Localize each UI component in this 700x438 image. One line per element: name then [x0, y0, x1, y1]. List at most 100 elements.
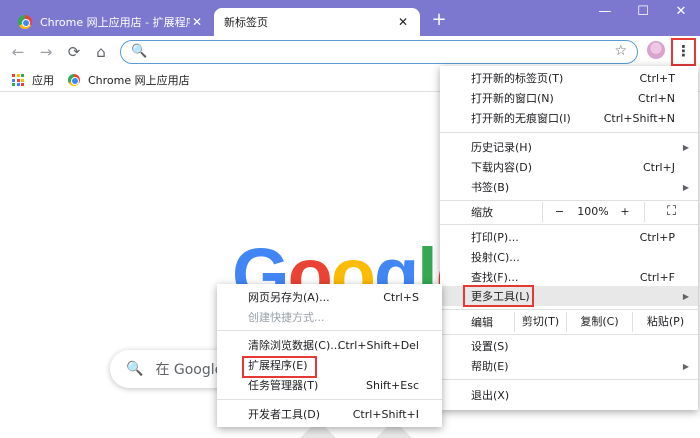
menu-item-label: 下载内容(D)	[471, 161, 533, 174]
close-window-button[interactable]: ✕	[662, 0, 700, 26]
google-search-box[interactable]: 🔍 在 Google	[110, 350, 230, 388]
menu-item-label: 查找(F)...	[471, 271, 519, 284]
menu-item-label: 网页另存为(A)...	[248, 291, 330, 304]
bookmark-label: Chrome 网上应用店	[88, 74, 190, 87]
profile-avatar[interactable]	[647, 41, 665, 59]
zoom-out-button[interactable]: −	[542, 202, 576, 222]
back-button[interactable]: ←	[8, 42, 28, 62]
menu-item-shortcut: Ctrl+J	[642, 160, 675, 174]
menu-item-label: 帮助(E)	[471, 360, 509, 373]
menu-item-label: 任务管理器(T)	[248, 379, 319, 392]
zoom-label: 缩放	[471, 206, 493, 219]
menu-item-downloads[interactable]: 下载内容(D) Ctrl+J	[440, 157, 698, 177]
copy-button[interactable]: 复制(C)	[566, 312, 632, 332]
menu-item-label: 书签(B)	[471, 181, 510, 194]
menu-item-help[interactable]: 帮助(E) ▶	[440, 356, 698, 376]
menu-zoom-row: 缩放 − 100% + ⛶	[440, 202, 698, 222]
minimize-button[interactable]: —	[586, 0, 624, 26]
menu-item-shortcut: Ctrl+Shift+Del	[337, 338, 419, 352]
submenu-arrow-icon: ▶	[682, 142, 689, 152]
tab-webstore[interactable]: Chrome 网上应用店 - 扩展程序 ✕	[8, 8, 214, 36]
menu-item-new-tab[interactable]: 打开新的标签页(T) Ctrl+T	[440, 68, 698, 88]
tab-title: 新标签页	[224, 16, 268, 29]
forward-button[interactable]: →	[36, 42, 56, 62]
menu-item-shortcut: Ctrl+T	[639, 71, 675, 85]
bookmark-webstore[interactable]: Chrome 网上应用店	[68, 72, 190, 88]
submenu-arrow-icon: ▶	[682, 291, 689, 301]
menu-item-task-manager[interactable]: 任务管理器(T) Shift+Esc	[217, 375, 442, 395]
menu-separator	[440, 309, 698, 310]
maximize-button[interactable]: ☐	[624, 0, 662, 26]
google-search-placeholder: 在 Google	[155, 362, 224, 378]
menu-edit-row: 编辑 剪切(T) 复制(C) 粘贴(P)	[440, 312, 698, 332]
submenu-arrow-icon: ▶	[682, 361, 689, 371]
cut-button[interactable]: 剪切(T)	[514, 312, 566, 332]
menu-item-new-window[interactable]: 打开新的窗口(N) Ctrl+N	[440, 88, 698, 108]
tab-new-tab[interactable]: 新标签页 ✕	[214, 8, 420, 36]
menu-item-save-page[interactable]: 网页另存为(A)... Ctrl+S	[217, 287, 442, 307]
menu-separator	[440, 224, 698, 225]
menu-item-exit[interactable]: 退出(X)	[440, 385, 698, 405]
bookmark-star-icon[interactable]: ☆	[614, 43, 627, 59]
bookmark-apps[interactable]: 应用	[12, 72, 54, 88]
menu-separator	[440, 334, 698, 335]
menu-item-find[interactable]: 查找(F)... Ctrl+F	[440, 267, 698, 287]
menu-item-label: 历史记录(H)	[471, 141, 532, 154]
zoom-level: 100%	[577, 205, 609, 218]
menu-item-shortcut: Ctrl+Shift+I	[352, 407, 419, 421]
bookmark-label: 应用	[32, 74, 54, 87]
edit-label: 编辑	[471, 316, 493, 329]
search-icon: 🔍	[131, 44, 148, 59]
menu-item-shortcut: Shift+Esc	[366, 378, 419, 392]
menu-separator	[440, 132, 698, 133]
apps-icon	[12, 74, 24, 86]
menu-item-shortcut: Ctrl+S	[383, 290, 419, 304]
webstore-icon	[68, 74, 80, 86]
paste-button[interactable]: 粘贴(P)	[632, 312, 698, 332]
zoom-in-button[interactable]: +	[610, 202, 640, 222]
menu-item-print[interactable]: 打印(P)... Ctrl+P	[440, 227, 698, 247]
menu-item-label: 打印(P)...	[471, 231, 519, 244]
menu-item-dev-tools[interactable]: 开发者工具(D) Ctrl+Shift+I	[217, 404, 442, 424]
chrome-menu-button[interactable]: ⋮	[671, 38, 696, 66]
tab-close-icon[interactable]: ✕	[396, 15, 410, 29]
menu-separator	[217, 399, 442, 400]
more-tools-highlight-box	[463, 285, 534, 307]
reload-button[interactable]: ⟳	[64, 42, 84, 62]
tab-close-icon[interactable]: ✕	[190, 15, 204, 29]
menu-item-incognito[interactable]: 打开新的无痕窗口(I) Ctrl+Shift+N	[440, 108, 698, 128]
address-bar[interactable]: 🔍 ☆	[120, 40, 638, 64]
menu-separator	[217, 330, 442, 331]
menu-item-shortcut: Ctrl+F	[639, 270, 675, 284]
extensions-highlight-box	[242, 356, 317, 378]
menu-item-label: 创建快捷方式...	[248, 311, 325, 324]
chrome-main-menu: 打开新的标签页(T) Ctrl+T 打开新的窗口(N) Ctrl+N 打开新的无…	[440, 66, 698, 410]
webstore-favicon-icon	[18, 15, 32, 29]
home-button[interactable]: ⌂	[91, 42, 111, 62]
menu-separator	[440, 379, 698, 380]
menu-item-clear-data[interactable]: 清除浏览数据(C)... Ctrl+Shift+Del	[217, 335, 442, 355]
menu-item-cast[interactable]: 投射(C)...	[440, 247, 698, 267]
menu-item-shortcut: Ctrl+Shift+N	[603, 111, 675, 125]
menu-item-label: 退出(X)	[471, 389, 510, 402]
menu-item-create-shortcut: 创建快捷方式...	[217, 307, 442, 327]
menu-item-shortcut: Ctrl+N	[637, 91, 675, 105]
fullscreen-icon[interactable]: ⛶	[644, 202, 698, 222]
menu-item-label: 打开新的窗口(N)	[471, 92, 554, 105]
search-icon: 🔍	[126, 361, 144, 377]
menu-item-history[interactable]: 历史记录(H) ▶	[440, 137, 698, 157]
menu-item-settings[interactable]: 设置(S)	[440, 336, 698, 356]
menu-item-shortcut: Ctrl+P	[639, 230, 675, 244]
menu-item-label: 清除浏览数据(C)...	[248, 339, 341, 352]
menu-item-label: 投射(C)...	[471, 251, 520, 264]
menu-item-label: 开发者工具(D)	[248, 408, 321, 421]
menu-item-label: 打开新的无痕窗口(I)	[471, 112, 571, 125]
tab-title: Chrome 网上应用店 - 扩展程序	[40, 16, 190, 29]
menu-separator	[440, 200, 698, 201]
menu-item-label: 打开新的标签页(T)	[471, 72, 564, 85]
toolbar: ← → ⟳ ⌂ 🔍 ☆	[0, 36, 700, 68]
tab-strip: Chrome 网上应用店 - 扩展程序 ✕ 新标签页 ✕ + — ☐ ✕	[0, 0, 700, 36]
menu-item-bookmarks[interactable]: 书签(B) ▶	[440, 177, 698, 197]
new-tab-button[interactable]: +	[428, 10, 450, 32]
submenu-arrow-icon: ▶	[682, 182, 689, 192]
